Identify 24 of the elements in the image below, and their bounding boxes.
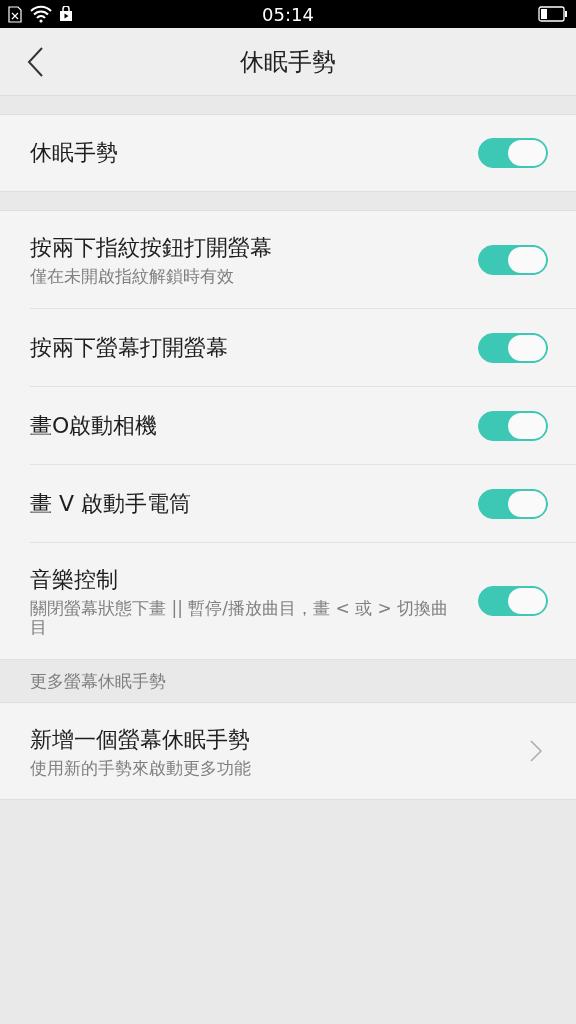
toggle-switch[interactable] xyxy=(478,138,548,168)
toggle-switch[interactable] xyxy=(478,488,548,519)
toggle-switch[interactable] xyxy=(478,410,548,441)
page-title: 休眠手勢 xyxy=(240,46,336,78)
status-time: 05:14 xyxy=(262,3,314,25)
toggle-switch[interactable] xyxy=(478,586,548,616)
back-icon[interactable] xyxy=(26,45,44,78)
chevron-right-icon xyxy=(530,740,542,762)
setting-label: 按兩下指紋按鈕打開螢幕 xyxy=(30,234,273,262)
setting-description: 關閉螢幕狀態下畫 || 暫停/播放曲目，畫 < 或 > 切換曲目 xyxy=(30,599,450,637)
setting-label: 休眠手勢 xyxy=(30,139,119,167)
setting-description: 僅在未開啟指紋解鎖時有效 xyxy=(30,267,235,286)
setting-description: 使用新的手勢來啟動更多功能 xyxy=(30,758,252,778)
toggle-switch[interactable] xyxy=(478,244,548,275)
section-header: 更多螢幕休眠手勢 xyxy=(30,669,166,693)
toggle-switch[interactable] xyxy=(478,332,548,363)
setting-label: 新增一個螢幕休眠手勢 xyxy=(30,725,251,754)
setting-label: 按兩下螢幕打開螢幕 xyxy=(30,333,229,362)
sim-card-icon xyxy=(8,5,22,23)
battery-icon xyxy=(538,6,568,22)
setting-label: 畫O啟動相機 xyxy=(30,411,159,440)
setting-label: 音樂控制 xyxy=(30,566,119,594)
setting-label: 畫 V 啟動手電筒 xyxy=(30,489,193,518)
wifi-icon xyxy=(30,5,52,23)
